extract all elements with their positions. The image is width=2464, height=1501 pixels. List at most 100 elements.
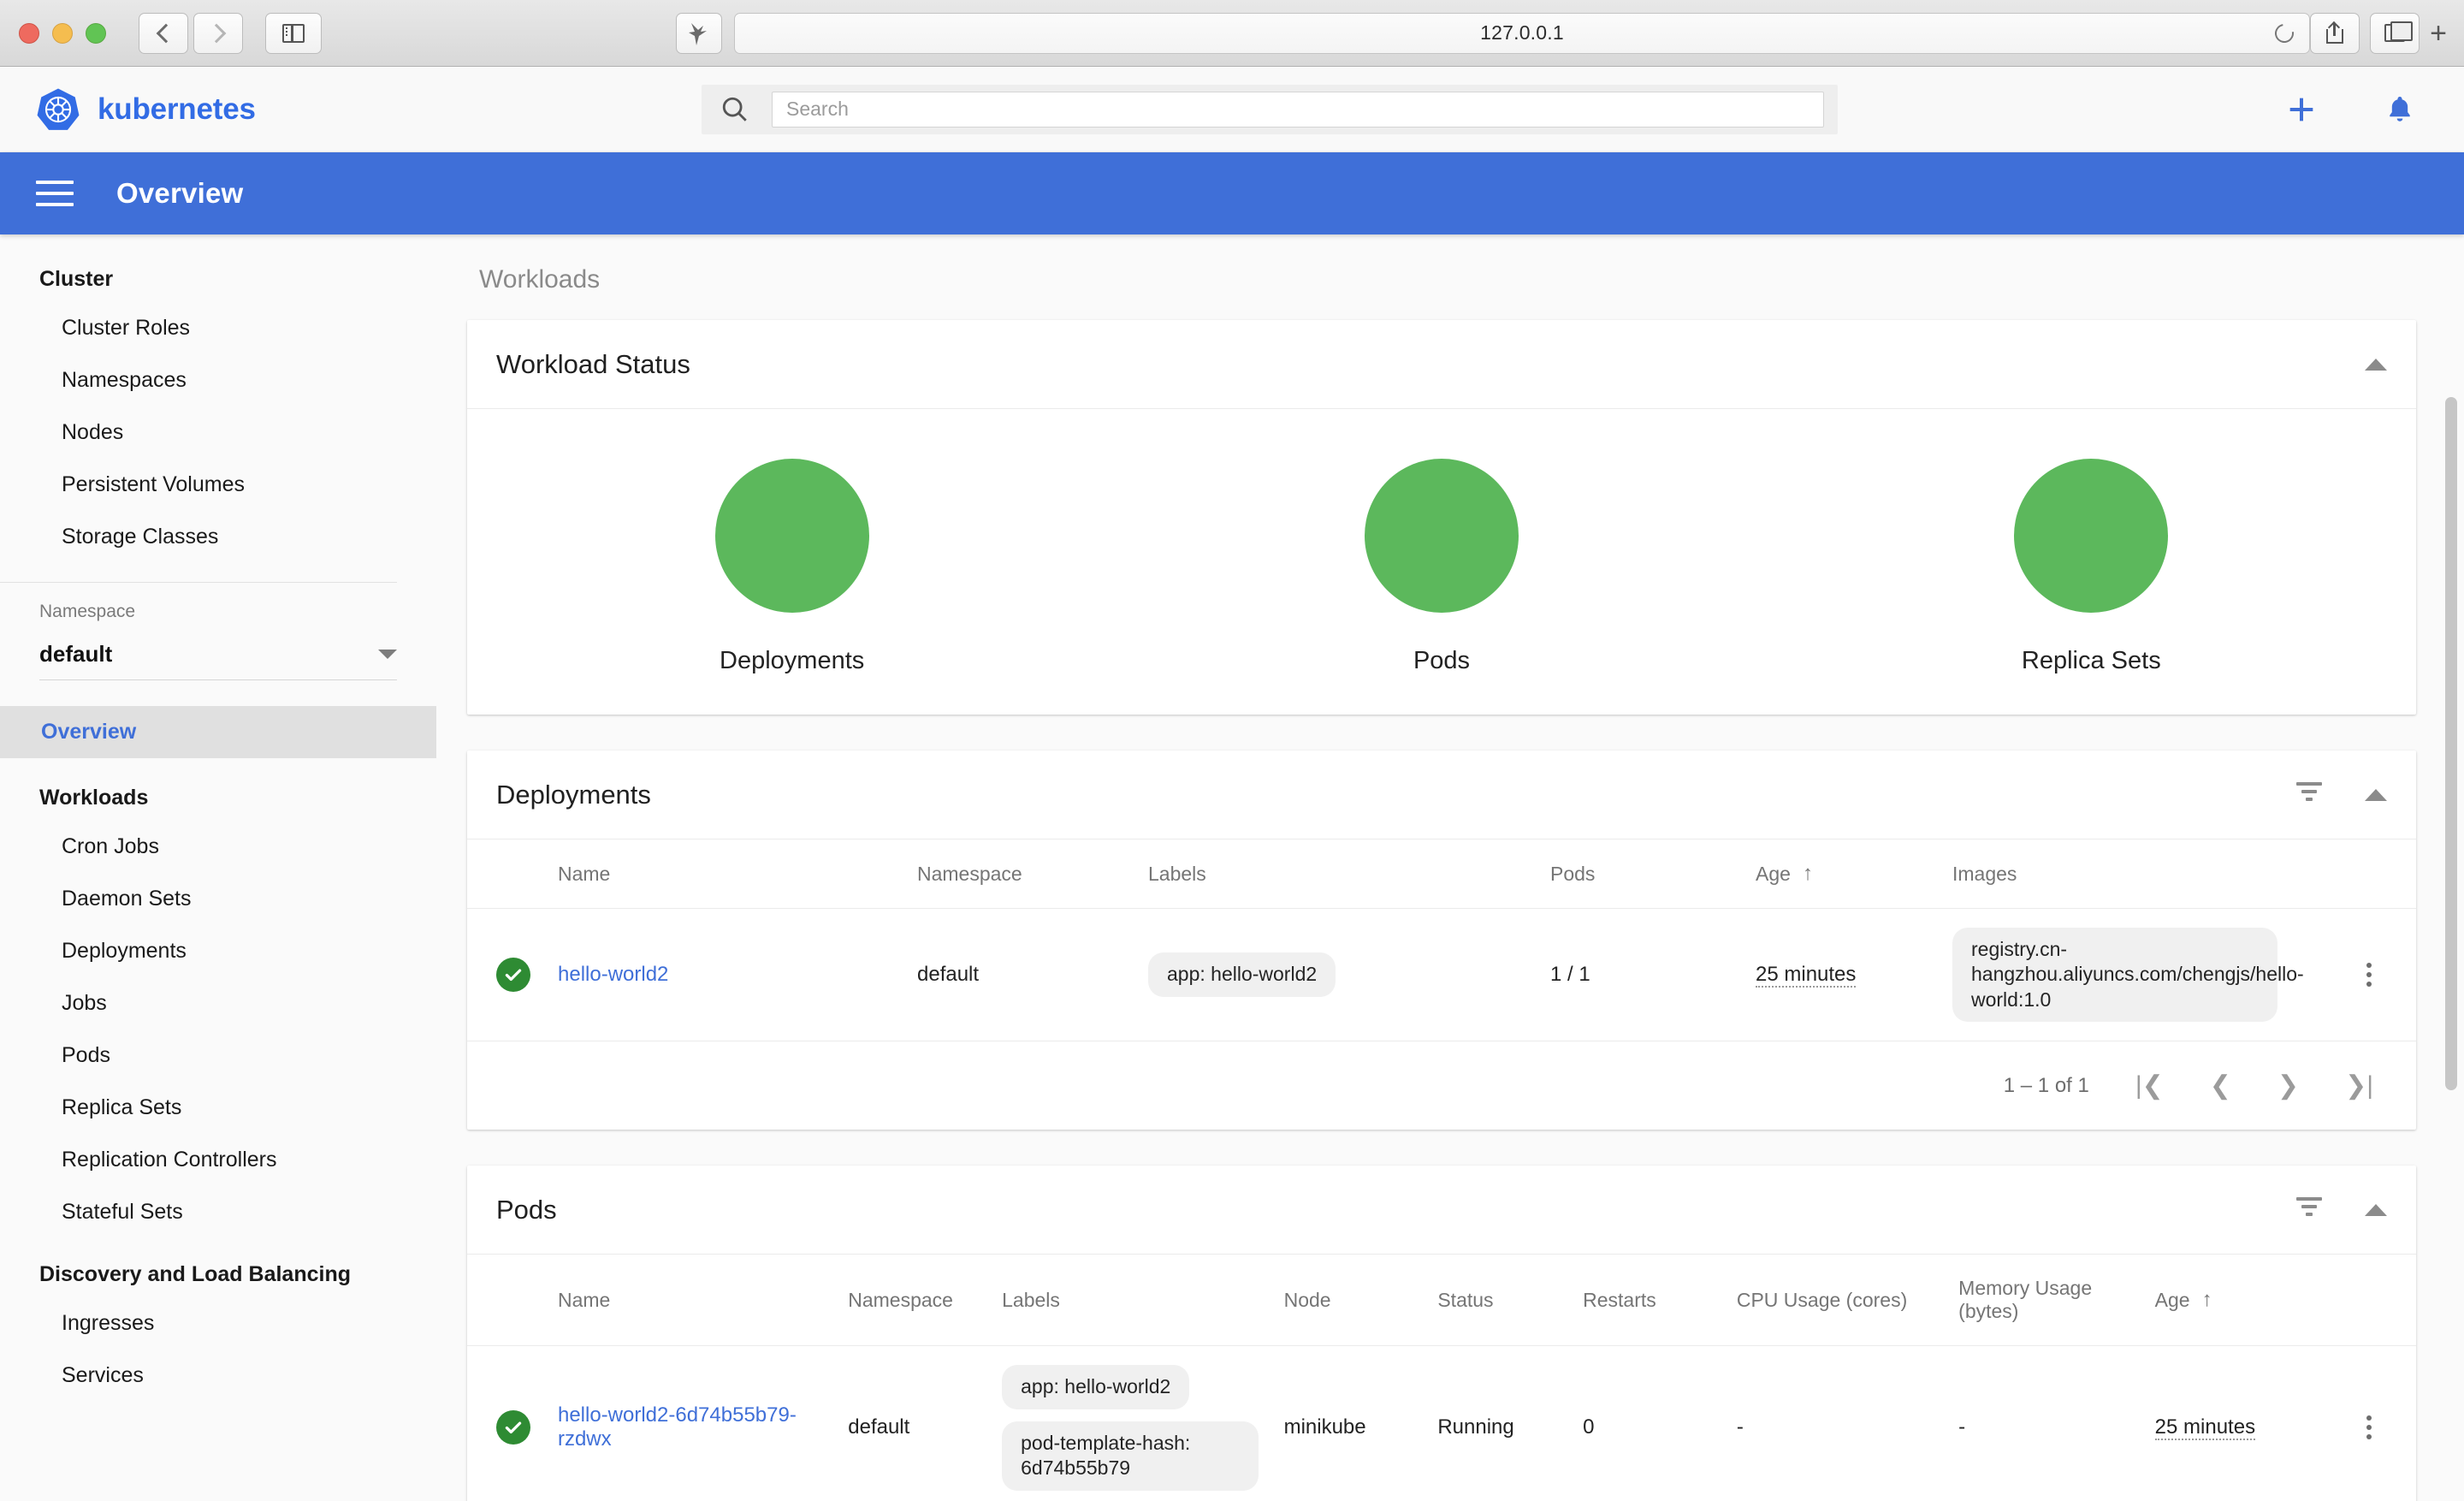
maximize-window-button[interactable]	[86, 23, 106, 44]
deployments-col-pods[interactable]: Pods	[1538, 839, 1744, 909]
sidebar-item-deployments[interactable]: Deployments	[0, 925, 436, 977]
pods-col-namespace[interactable]: Namespace	[836, 1255, 990, 1346]
create-resource-button[interactable]	[2284, 92, 2319, 127]
deployments-table: Name Namespace Labels Pods Age ↑ Images	[467, 839, 2416, 1041]
notifications-button[interactable]	[2384, 93, 2416, 126]
sidebar-navigation: Cluster Cluster Roles Namespaces Nodes P…	[0, 234, 436, 1501]
hamburger-menu-icon[interactable]	[36, 181, 74, 206]
deployments-col-labels[interactable]: Labels	[1136, 839, 1538, 909]
collapse-up-icon[interactable]	[2365, 359, 2387, 371]
extension-button[interactable]	[676, 13, 722, 54]
pod-namespace-cell: default	[836, 1346, 990, 1501]
replica-sets-donut	[2014, 459, 2168, 613]
deployments-col-namespace[interactable]: Namespace	[905, 839, 1136, 909]
search-input[interactable]	[772, 92, 1824, 128]
sidebar-item-persistent-volumes[interactable]: Persistent Volumes	[0, 459, 436, 511]
sidebar-item-cluster-roles[interactable]: Cluster Roles	[0, 302, 436, 354]
sidebar-item-jobs[interactable]: Jobs	[0, 977, 436, 1029]
deployment-name-link[interactable]: hello-world2	[558, 963, 668, 986]
pods-col-restarts[interactable]: Restarts	[1571, 1255, 1725, 1346]
sidebar-item-replica-sets[interactable]: Replica Sets	[0, 1082, 436, 1134]
chevron-down-icon	[378, 650, 397, 659]
pods-col-node[interactable]: Node	[1272, 1255, 1426, 1346]
next-page-icon[interactable]: ❯	[2277, 1071, 2299, 1101]
scrollbar-thumb[interactable]	[2445, 397, 2457, 1090]
minimize-window-button[interactable]	[52, 23, 73, 44]
forward-button[interactable]	[193, 13, 243, 54]
sidebar-item-stateful-sets[interactable]: Stateful Sets	[0, 1186, 436, 1238]
collapse-up-icon[interactable]	[2365, 1204, 2387, 1216]
pod-age-cell: 25 minutes	[2143, 1346, 2323, 1501]
pod-restarts-cell: 0	[1571, 1346, 1725, 1501]
pod-labels-cell: app: hello-world2 pod-template-hash: 6d7…	[990, 1346, 1271, 1501]
page-toolbar: Overview	[0, 152, 2464, 234]
sidebar-item-services[interactable]: Services	[0, 1350, 436, 1402]
replica-sets-chart-label: Replica Sets	[2022, 647, 2161, 675]
address-bar[interactable]: 127.0.0.1	[734, 13, 2310, 54]
kebab-menu-icon[interactable]	[2334, 963, 2404, 987]
deployment-age-cell: 25 minutes	[1744, 909, 1940, 1041]
show-tabs-icon	[2384, 24, 2405, 42]
sidebar-item-daemon-sets[interactable]: Daemon Sets	[0, 873, 436, 925]
deployment-pods-cell: 1 / 1	[1538, 909, 1744, 1041]
deployment-labels-cell: app: hello-world2	[1136, 909, 1538, 1041]
label-chip: app: hello-world2	[1002, 1365, 1189, 1409]
deployment-status-cell	[467, 909, 546, 1041]
pods-col-labels[interactable]: Labels	[990, 1255, 1271, 1346]
table-row[interactable]: hello-world2 default app: hello-world2 1…	[467, 909, 2416, 1041]
workload-status-title: Workload Status	[496, 349, 2365, 380]
sidebar-item-overview[interactable]: Overview	[0, 706, 436, 758]
filter-icon[interactable]	[2295, 782, 2324, 808]
pod-name-cell: hello-world2-6d74b55b79-rzdwx	[546, 1346, 836, 1501]
pods-col-age[interactable]: Age ↑	[2143, 1255, 2323, 1346]
pods-col-age-label: Age	[2155, 1289, 2190, 1312]
sidebar-item-replication-controllers[interactable]: Replication Controllers	[0, 1134, 436, 1186]
sidebar-item-pods[interactable]: Pods	[0, 1029, 436, 1082]
kebab-menu-icon[interactable]	[2334, 1415, 2404, 1439]
sidebar-item-namespaces[interactable]: Namespaces	[0, 354, 436, 406]
pods-col-name[interactable]: Name	[546, 1255, 836, 1346]
sidebar-item-cron-jobs[interactable]: Cron Jobs	[0, 821, 436, 873]
label-chip: pod-template-hash: 6d74b55b79	[1002, 1421, 1259, 1491]
share-button[interactable]	[2310, 13, 2360, 54]
pods-col-status[interactable]: Status	[1425, 1255, 1571, 1346]
search-icon[interactable]	[720, 95, 749, 124]
deployments-col-age[interactable]: Age ↑	[1744, 839, 1940, 909]
deployments-actions	[2295, 782, 2387, 808]
swallow-bird-icon	[686, 20, 712, 47]
deployments-col-name[interactable]: Name	[546, 839, 905, 909]
deployment-images-cell: registry.cn-hangzhou.aliyuncs.com/chengj…	[1940, 909, 2322, 1041]
previous-page-icon[interactable]: ❮	[2210, 1071, 2231, 1101]
status-chart-pods: Pods	[1116, 459, 1766, 675]
pods-col-cpu[interactable]: CPU Usage (cores)	[1725, 1255, 1946, 1346]
namespace-value: default	[39, 641, 112, 667]
deployment-name-cell: hello-world2	[546, 909, 905, 1041]
filter-icon[interactable]	[2295, 1197, 2324, 1223]
last-page-icon[interactable]: ❯|	[2345, 1071, 2373, 1101]
image-chip: registry.cn-hangzhou.aliyuncs.com/chengj…	[1952, 928, 2277, 1022]
brand-name: kubernetes	[98, 92, 256, 127]
workload-status-header: Workload Status	[467, 320, 2416, 409]
reload-icon[interactable]	[2272, 20, 2298, 46]
pods-col-memory[interactable]: Memory Usage (bytes)	[1946, 1255, 2143, 1346]
sidebar-item-nodes[interactable]: Nodes	[0, 406, 436, 459]
content-scrollbar[interactable]	[2445, 234, 2457, 1501]
back-button[interactable]	[139, 13, 188, 54]
show-tabs-button[interactable]	[2370, 13, 2420, 54]
brand-logo[interactable]: kubernetes	[0, 87, 256, 132]
namespace-select[interactable]: default	[39, 641, 397, 680]
deployments-col-images[interactable]: Images	[1940, 839, 2322, 909]
pod-status-cell	[467, 1346, 546, 1501]
sidebar-item-ingresses[interactable]: Ingresses	[0, 1297, 436, 1350]
new-tab-icon[interactable]: +	[2430, 19, 2447, 48]
table-row[interactable]: hello-world2-6d74b55b79-rzdwx default ap…	[467, 1346, 2416, 1501]
close-window-button[interactable]	[19, 23, 39, 44]
pod-name-link[interactable]: hello-world2-6d74b55b79-rzdwx	[558, 1403, 797, 1451]
first-page-icon[interactable]: |❮	[2135, 1071, 2164, 1101]
collapse-up-icon[interactable]	[2365, 789, 2387, 801]
sidebar-toggle-button[interactable]	[265, 13, 322, 54]
sidebar-item-storage-classes[interactable]: Storage Classes	[0, 511, 436, 563]
label-chip: app: hello-world2	[1148, 952, 1336, 996]
deployments-chart-label: Deployments	[720, 647, 864, 675]
workload-status-actions	[2365, 359, 2387, 371]
